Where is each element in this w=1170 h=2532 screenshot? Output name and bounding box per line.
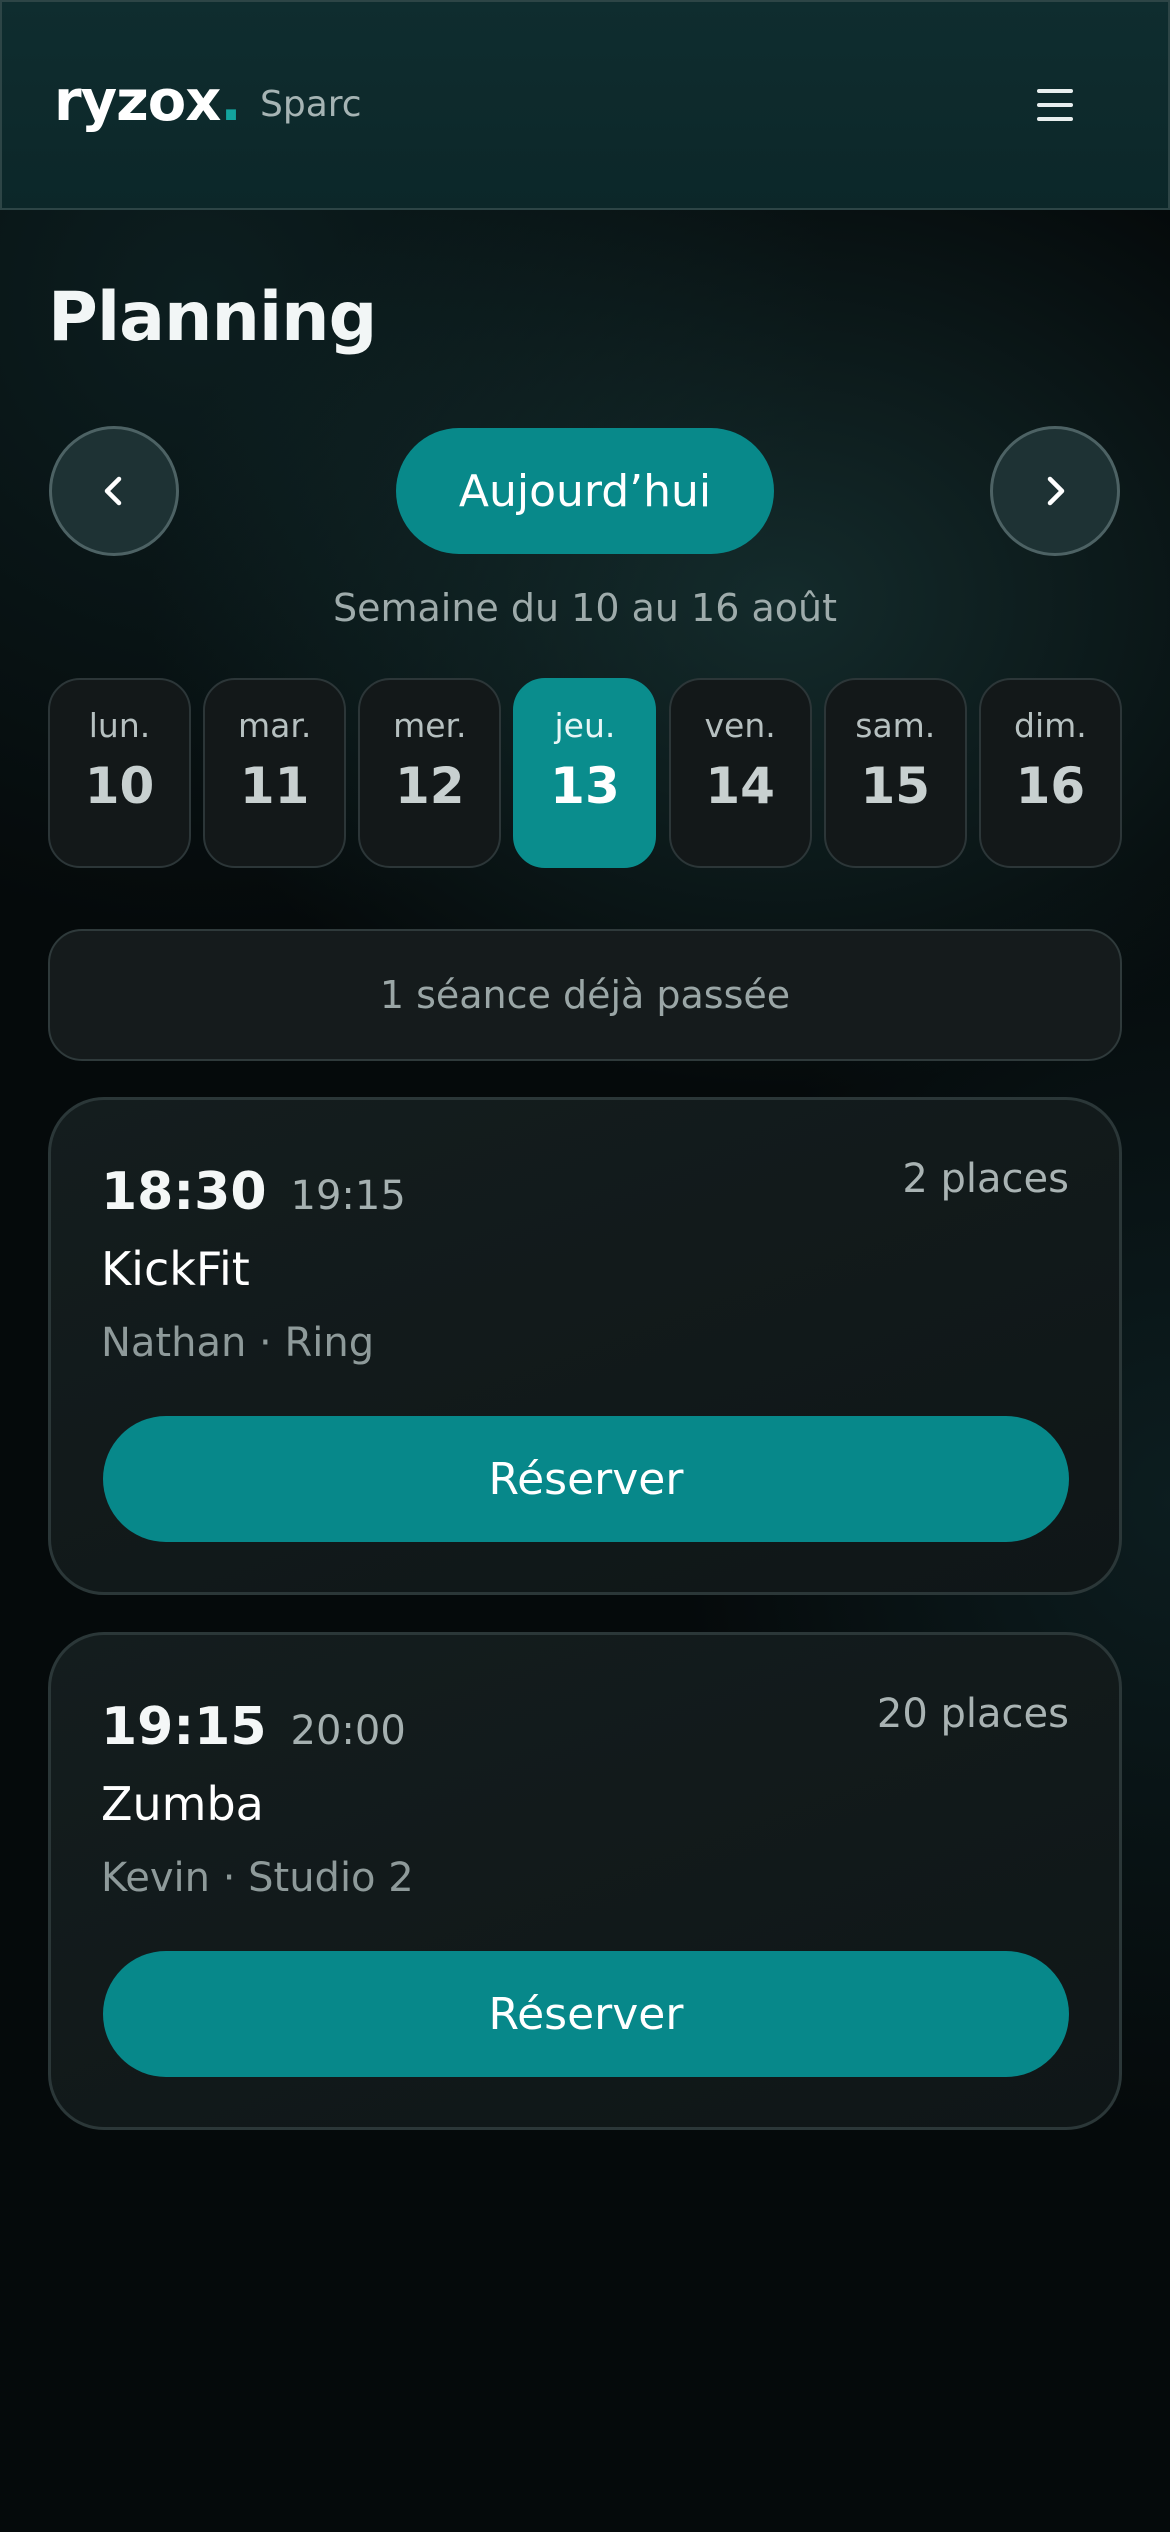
day-name: sam. xyxy=(855,706,936,745)
day-sunday[interactable]: dim. 16 xyxy=(978,678,1122,868)
day-selector: lun. 10 mar. 11 mer. 12 jeu. 13 ven. 14 … xyxy=(48,678,1122,868)
session-card: 18:30 19:15 2 places KickFit Nathan · Ri… xyxy=(48,1097,1122,1595)
day-saturday[interactable]: sam. 15 xyxy=(823,678,967,868)
day-number: 11 xyxy=(239,757,310,815)
day-thursday-selected[interactable]: jeu. 13 xyxy=(513,678,657,868)
previous-week-button[interactable] xyxy=(49,426,179,556)
session-places: 20 places xyxy=(876,1691,1069,1737)
day-name: jeu. xyxy=(554,706,616,745)
day-number: 16 xyxy=(1015,757,1086,815)
day-number: 15 xyxy=(860,757,931,815)
session-places: 2 places xyxy=(902,1156,1069,1202)
session-coach-room: Kevin · Studio 2 xyxy=(101,1855,414,1901)
book-button[interactable]: Réserver xyxy=(103,1951,1069,2077)
chevron-right-icon xyxy=(1047,476,1065,506)
session-class-name: Zumba xyxy=(101,1777,264,1831)
session-card: 19:15 20:00 20 places Zumba Kevin · Stud… xyxy=(48,1632,1122,2130)
session-start-time: 18:30 xyxy=(101,1162,267,1222)
next-week-button[interactable] xyxy=(990,426,1120,556)
day-number: 13 xyxy=(550,757,620,815)
book-button[interactable]: Réserver xyxy=(103,1416,1069,1542)
past-sessions-toggle[interactable]: 1 séance déjà passée xyxy=(48,929,1122,1061)
day-name: lun. xyxy=(88,706,151,745)
day-friday[interactable]: ven. 14 xyxy=(668,678,812,868)
logo-dot: . xyxy=(220,69,241,134)
page-title: Planning xyxy=(48,278,377,357)
session-start-time: 19:15 xyxy=(101,1697,267,1757)
hamburger-menu-icon[interactable] xyxy=(1022,72,1088,138)
app-header: ryzox. Sparc xyxy=(0,0,1170,210)
session-end-time: 19:15 xyxy=(290,1173,406,1219)
week-label: Semaine du 10 au 16 août xyxy=(332,586,838,630)
day-name: mer. xyxy=(393,706,467,745)
session-time: 19:15 20:00 xyxy=(101,1697,406,1757)
chevron-left-icon xyxy=(104,476,122,506)
ryzox-logo[interactable]: ryzox. xyxy=(54,74,242,130)
day-number: 10 xyxy=(84,757,155,815)
day-tuesday[interactable]: mar. 11 xyxy=(203,678,347,868)
day-number: 12 xyxy=(395,757,465,815)
session-end-time: 20:00 xyxy=(290,1708,406,1754)
day-name: dim. xyxy=(1014,706,1087,745)
day-name: mar. xyxy=(237,706,312,745)
session-class-name: KickFit xyxy=(101,1242,250,1296)
day-wednesday[interactable]: mer. 12 xyxy=(358,678,502,868)
day-name: ven. xyxy=(704,706,776,745)
day-monday[interactable]: lun. 10 xyxy=(48,678,191,868)
club-name: Sparc xyxy=(260,84,362,125)
logo-text: ryzox xyxy=(54,69,221,134)
session-time: 18:30 19:15 xyxy=(101,1162,406,1222)
session-coach-room: Nathan · Ring xyxy=(101,1320,375,1366)
day-number: 14 xyxy=(705,757,775,815)
today-button[interactable]: Aujourd’hui xyxy=(396,428,774,554)
